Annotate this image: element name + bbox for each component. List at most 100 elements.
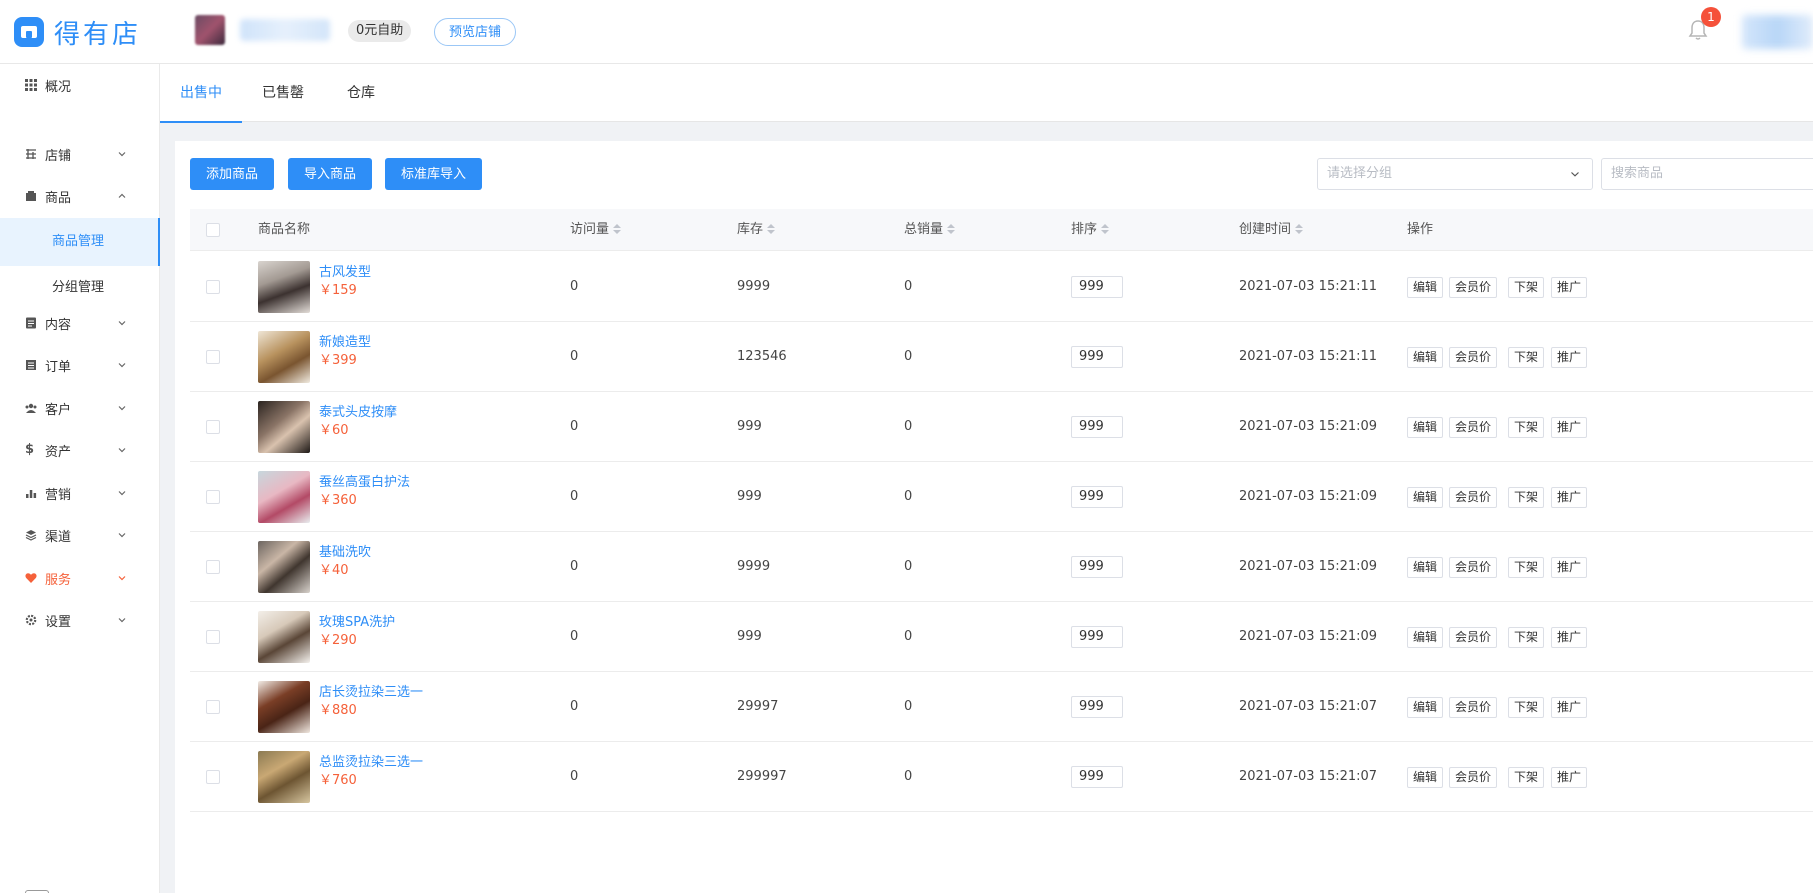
row-checkbox[interactable] [206,560,220,574]
select-all-checkbox[interactable] [206,223,220,237]
sort-order-input[interactable]: 999 [1071,276,1123,298]
row-checkbox[interactable] [206,490,220,504]
take-down-button[interactable]: 下架 [1508,697,1545,718]
goods-name-link[interactable]: 总监烫拉染三选一 [319,751,423,770]
column-stock[interactable]: 库存 [737,209,776,251]
take-down-button[interactable]: 下架 [1508,347,1545,368]
sidebar-item-shop[interactable]: 店铺 [0,134,160,174]
member-price-button[interactable]: 会员价 [1449,697,1498,718]
edit-button[interactable]: 编辑 [1407,487,1444,508]
row-checkbox[interactable] [206,700,220,714]
promote-button[interactable]: 推广 [1551,697,1588,718]
promote-button[interactable]: 推广 [1551,417,1588,438]
sort-order-input[interactable]: 999 [1071,626,1123,648]
take-down-button[interactable]: 下架 [1508,417,1545,438]
goods-name-link[interactable]: 店长烫拉染三选一 [319,681,423,700]
sort-order-input[interactable]: 999 [1071,696,1123,718]
sidebar-item-overview[interactable]: 概况 [0,65,160,105]
promote-button[interactable]: 推广 [1551,627,1588,648]
search-goods-placeholder: 搜索商品 [1611,166,1664,181]
promote-button[interactable]: 推广 [1551,767,1588,788]
member-price-button[interactable]: 会员价 [1449,487,1498,508]
row-checkbox[interactable] [206,350,220,364]
edit-button[interactable]: 编辑 [1407,767,1444,788]
goods-thumbnail[interactable] [258,681,310,733]
shop-avatar[interactable] [195,15,225,45]
sort-order-input[interactable]: 999 [1071,416,1123,438]
sidebar-item-service[interactable]: 服务 [0,558,160,598]
import-goods-button[interactable]: 导入商品 [288,158,373,190]
sort-order-input[interactable]: 999 [1071,486,1123,508]
column-sort-order[interactable]: 排序 [1071,209,1110,251]
goods-name-link[interactable]: 蚕丝高蛋白护法 [319,471,410,490]
sort-order-input[interactable]: 999 [1071,766,1123,788]
take-down-button[interactable]: 下架 [1508,277,1545,298]
take-down-button[interactable]: 下架 [1508,767,1545,788]
user-profile-redacted[interactable] [1742,15,1813,49]
edit-button[interactable]: 编辑 [1407,347,1444,368]
goods-thumbnail[interactable] [258,401,310,453]
stock-value: 999 [737,489,762,504]
goods-name-link[interactable]: 新娘造型 [319,331,371,350]
goods-name-link[interactable]: 基础洗吹 [319,541,371,560]
goods-name-link[interactable]: 泰式头皮按摩 [319,401,397,420]
search-goods-input[interactable]: 搜索商品 [1601,158,1813,190]
goods-name-link[interactable]: 古风发型 [319,261,371,280]
sidebar-item-goods[interactable]: 商品 [0,176,160,216]
sidebar-item-marketing[interactable]: 营销 [0,473,160,513]
row-checkbox[interactable] [206,770,220,784]
top-header: 得有店 0元自助 预览店铺 1 [0,0,1813,64]
member-price-button[interactable]: 会员价 [1449,347,1498,368]
goods-list-card: 添加商品 导入商品 标准库导入 请选择分组 搜索商品 商品名称 访问量 库存 总… [175,141,1813,893]
take-down-button[interactable]: 下架 [1508,487,1545,508]
column-visits[interactable]: 访问量 [570,209,622,251]
promote-button[interactable]: 推广 [1551,347,1588,368]
edit-button[interactable]: 编辑 [1407,697,1444,718]
sidebar-item-channels[interactable]: 渠道 [0,515,160,555]
row-checkbox[interactable] [206,630,220,644]
sidebar-item-content[interactable]: 内容 [0,303,160,343]
member-price-button[interactable]: 会员价 [1449,767,1498,788]
goods-price: ￥60 [319,423,349,438]
goods-thumbnail[interactable] [258,261,310,313]
preview-shop-button[interactable]: 预览店铺 [434,18,517,46]
member-price-button[interactable]: 会员价 [1449,627,1498,648]
goods-thumbnail[interactable] [258,751,310,803]
row-checkbox[interactable] [206,420,220,434]
promote-button[interactable]: 推广 [1551,277,1588,298]
sidebar-item-customers[interactable]: 客户 [0,388,160,428]
edit-button[interactable]: 编辑 [1407,277,1444,298]
goods-name-link[interactable]: 玫瑰SPA洗护 [319,611,395,630]
take-down-button[interactable]: 下架 [1508,627,1545,648]
add-goods-button[interactable]: 添加商品 [190,158,275,190]
promote-button[interactable]: 推广 [1551,487,1588,508]
tab-warehouse[interactable]: 仓库 [324,64,398,122]
sort-order-input[interactable]: 999 [1071,346,1123,368]
group-select[interactable]: 请选择分组 [1317,158,1593,190]
take-down-button[interactable]: 下架 [1508,557,1545,578]
row-checkbox[interactable] [206,280,220,294]
sidebar-subitem-goods-management[interactable]: 商品管理 [0,218,160,266]
goods-thumbnail[interactable] [258,541,310,593]
goods-thumbnail[interactable] [258,611,310,663]
sidebar-item-orders[interactable]: 订单 [0,345,160,385]
edit-button[interactable]: 编辑 [1407,417,1444,438]
promote-button[interactable]: 推广 [1551,557,1588,578]
sidebar-item-settings[interactable]: 设置 [0,600,160,640]
sidebar-item-assets[interactable]: $ 资产 [0,430,160,470]
brand[interactable]: 得有店 [14,14,141,50]
goods-thumbnail[interactable] [258,331,310,383]
standard-library-import-button[interactable]: 标准库导入 [385,158,483,190]
sort-order-input[interactable]: 999 [1071,556,1123,578]
edit-button[interactable]: 编辑 [1407,557,1444,578]
edit-button[interactable]: 编辑 [1407,627,1444,648]
member-price-button[interactable]: 会员价 [1449,557,1498,578]
visits-value: 0 [570,559,579,574]
column-created-time[interactable]: 创建时间 [1239,209,1304,251]
tab-on-sale[interactable]: 出售中 [160,64,242,123]
member-price-button[interactable]: 会员价 [1449,417,1498,438]
goods-thumbnail[interactable] [258,471,310,523]
column-total-sales[interactable]: 总销量 [904,209,956,251]
member-price-button[interactable]: 会员价 [1449,277,1498,298]
tab-sold-out[interactable]: 已售罄 [242,64,324,122]
